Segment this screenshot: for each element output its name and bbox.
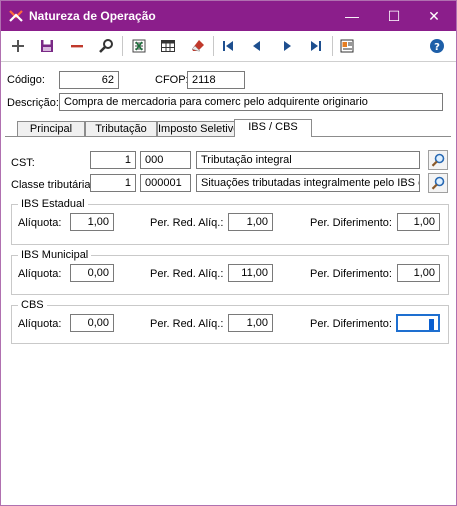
first-record-button[interactable] [217, 35, 239, 57]
grid-icon [161, 40, 175, 52]
classe-number-field[interactable]: 1 [90, 174, 136, 192]
help-button[interactable]: ? [426, 35, 448, 57]
export-excel-icon [132, 39, 146, 53]
search-button[interactable] [95, 35, 117, 57]
ibs-estadual-red-field[interactable]: 1,00 [228, 213, 273, 231]
delete-button[interactable] [66, 35, 88, 57]
cst-lookup-button[interactable] [428, 150, 448, 170]
aliquota-label: Alíquota: [18, 268, 62, 280]
ibs-municipal-aliquota-field[interactable]: 0,00 [70, 264, 114, 282]
group-ibs-municipal: IBS Municipal Alíquota: 0,00 Per. Red. A… [11, 249, 449, 295]
cst-number-field[interactable]: 1 [90, 151, 136, 169]
tab-strip: Principal Tributação Imposto Seletivo IB… [1, 119, 456, 137]
first-record-icon [223, 41, 233, 51]
cbs-aliquota-field[interactable]: 0,00 [70, 314, 114, 332]
cfop-label: CFOP: [155, 74, 189, 86]
tab-imposto-seletivo[interactable]: Imposto Seletivo [157, 121, 235, 137]
cst-description-field[interactable]: Tributação integral [196, 151, 420, 169]
per-red-aliq-label: Per. Red. Alíq.: [150, 217, 224, 229]
group-cbs: CBS Alíquota: 0,00 Per. Red. Alíq.: 1,00… [11, 299, 449, 344]
report-icon [340, 39, 354, 53]
tab-principal[interactable]: Principal [17, 121, 85, 137]
delete-icon [71, 45, 83, 48]
help-icon: ? [430, 39, 444, 53]
ibs-estadual-aliquota-field[interactable]: 1,00 [70, 213, 114, 231]
toolbar-separator [332, 36, 333, 56]
maximize-button[interactable]: ☐ [374, 1, 414, 31]
add-icon [12, 40, 24, 52]
per-diferimento-label: Per. Diferimento: [310, 318, 392, 330]
window: Natureza de Operação — ☐ ✕ ? Código: 62 … [0, 0, 457, 506]
svg-text:?: ? [434, 42, 440, 53]
previous-record-icon [253, 41, 260, 51]
next-record-button[interactable] [276, 35, 298, 57]
per-red-aliq-label: Per. Red. Alíq.: [150, 268, 224, 280]
search-icon [99, 39, 113, 53]
close-button[interactable]: ✕ [414, 1, 454, 31]
export-excel-button[interactable] [128, 35, 150, 57]
cfop-field[interactable]: 2118 [187, 71, 245, 89]
last-record-button[interactable] [305, 35, 327, 57]
tab-baseline [5, 136, 451, 137]
cst-code-field[interactable]: 000 [140, 151, 191, 169]
codigo-field[interactable]: 62 [59, 71, 119, 89]
ibs-estadual-diferimento-field[interactable]: 1,00 [397, 213, 440, 231]
classe-lookup-button[interactable] [428, 173, 448, 193]
group-title: IBS Municipal [18, 249, 92, 261]
group-title: IBS Estadual [18, 198, 88, 210]
per-red-aliq-label: Per. Red. Alíq.: [150, 318, 224, 330]
classe-code-field[interactable]: 000001 [140, 174, 191, 192]
toolbar-separator [122, 36, 123, 56]
save-icon [41, 40, 53, 52]
next-record-icon [284, 41, 291, 51]
classe-description-field[interactable]: Situações tributadas integralmente pelo … [196, 174, 420, 192]
aliquota-label: Alíquota: [18, 318, 62, 330]
ibs-municipal-red-field[interactable]: 11,00 [228, 264, 273, 282]
report-button[interactable] [336, 35, 358, 57]
descricao-label: Descrição: [7, 97, 59, 109]
tab-tributacao[interactable]: Tributação [85, 121, 157, 137]
title-bar: Natureza de Operação — ☐ ✕ [1, 1, 456, 31]
toolbar: ? [1, 31, 456, 62]
save-button[interactable] [36, 35, 58, 57]
magnifier-icon [431, 153, 445, 167]
minimize-button[interactable]: — [332, 1, 372, 31]
app-logo-icon [9, 10, 23, 22]
cbs-red-field[interactable]: 1,00 [228, 314, 273, 332]
codigo-label: Código: [7, 74, 45, 86]
ibs-municipal-diferimento-field[interactable]: 1,00 [397, 264, 440, 282]
magnifier-icon [431, 176, 445, 190]
group-title: CBS [18, 299, 47, 311]
descricao-field[interactable]: Compra de mercadoria para comerc pelo ad… [59, 93, 443, 111]
eraser-icon [191, 40, 204, 52]
per-diferimento-label: Per. Diferimento: [310, 268, 392, 280]
tab-ibs-cbs[interactable]: IBS / CBS [234, 119, 312, 137]
add-button[interactable] [7, 35, 29, 57]
text-cursor [429, 318, 434, 330]
toolbar-separator [213, 36, 214, 56]
previous-record-button[interactable] [246, 35, 268, 57]
last-record-icon [311, 41, 321, 51]
cbs-diferimento-field[interactable] [396, 314, 440, 332]
window-title: Natureza de Operação [29, 9, 156, 23]
aliquota-label: Alíquota: [18, 217, 62, 229]
grid-button[interactable] [157, 35, 179, 57]
classe-tributaria-label: Classe tributária: [11, 179, 94, 191]
cst-label: CST: [11, 157, 35, 169]
group-ibs-estadual: IBS Estadual Alíquota: 1,00 Per. Red. Al… [11, 198, 449, 245]
per-diferimento-label: Per. Diferimento: [310, 217, 392, 229]
clear-button[interactable] [187, 35, 209, 57]
